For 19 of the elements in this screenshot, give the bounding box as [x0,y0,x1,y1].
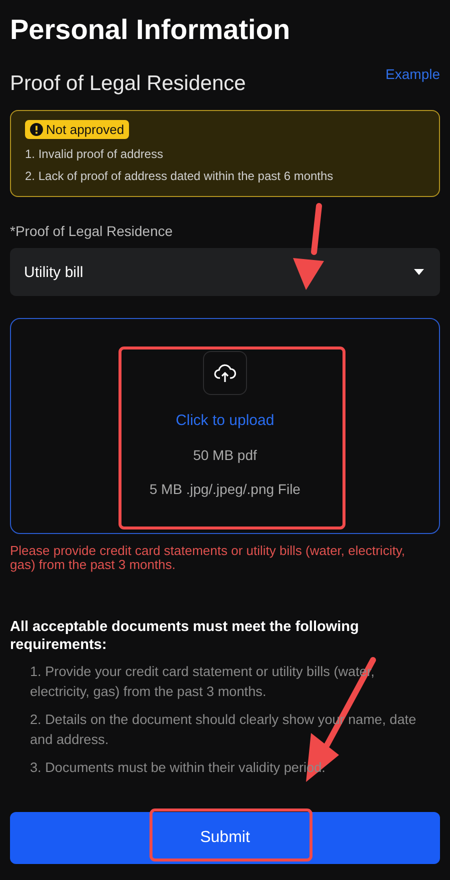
field-label: *Proof of Legal Residence [10,223,174,239]
reason-text: 2. Lack of proof of address dated within the past 6 months [25,168,334,185]
exclamation-icon [30,123,43,136]
section-title: Proof of Legal Residence [10,72,246,96]
upload-icon-button[interactable] [203,351,247,395]
dropdown-caret-icon [414,269,424,275]
reason-text: 1. Invalid proof of address [25,146,164,163]
requirements-heading: All acceptable documents must meet the following requirements: [10,618,360,654]
upload-link[interactable]: Click to upload [176,412,274,429]
example-link[interactable]: Example [386,66,440,82]
select-field[interactable]: Utility bill [10,248,440,296]
page-title: Personal Information [10,13,292,47]
cloud-upload-icon [214,363,236,383]
badge-text: Not approved [46,122,124,137]
file-limit-text: 50 MB pdf [193,447,257,463]
submit-button[interactable]: Submit [10,812,440,864]
file-limit-text: 5 MB .jpg/.jpeg/.png File [150,481,300,497]
upload-area[interactable]: Click to upload 50 MB pdf 5 MB .jpg/.jpeg/.png File [10,318,440,534]
error-message: Please provide credit card statements or utility bills (water, electricity, gas) from the past 3 months. [10,544,406,572]
